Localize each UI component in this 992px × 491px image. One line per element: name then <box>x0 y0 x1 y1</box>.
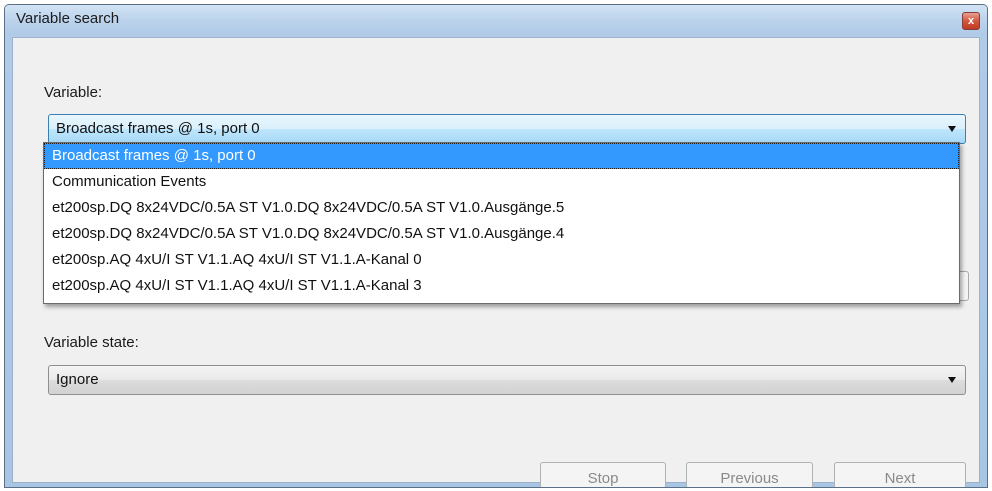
variable-select[interactable]: Broadcast frames @ 1s, port 0 <box>48 114 966 144</box>
dropdown-option[interactable]: et200sp.DQ 8x24VDC/0.5A ST V1.0.DQ 8x24V… <box>44 195 959 221</box>
dropdown-option[interactable]: et200sp.AQ 4xU/I ST V1.1.AQ 4xU/I ST V1.… <box>44 247 959 273</box>
title-bar[interactable]: Variable search x <box>5 5 987 35</box>
window-title: Variable search <box>16 10 120 27</box>
variable-dropdown-list[interactable]: Broadcast frames @ 1s, port 0 Communicat… <box>43 142 960 304</box>
variable-state-value: Ignore <box>56 371 99 388</box>
close-icon: x <box>967 14 975 27</box>
stop-button[interactable]: Stop <box>540 462 666 487</box>
dropdown-option[interactable]: et200sp.AQ 4xU/I ST V1.1.AQ 4xU/I ST V1.… <box>44 273 959 299</box>
variable-state-select[interactable]: Ignore <box>48 365 966 395</box>
previous-button[interactable]: Previous <box>686 462 813 487</box>
variable-label: Variable: <box>44 84 103 101</box>
chevron-down-icon[interactable] <box>948 377 956 383</box>
close-button[interactable]: x <box>962 12 980 30</box>
variable-state-label: Variable state: <box>44 334 139 351</box>
chevron-down-icon[interactable] <box>948 126 956 132</box>
dropdown-option[interactable]: Broadcast frames @ 1s, port 0 <box>44 143 959 169</box>
next-button[interactable]: Next <box>834 462 966 487</box>
variable-select-value: Broadcast frames @ 1s, port 0 <box>56 120 260 137</box>
dropdown-option[interactable]: et200sp.DQ 8x24VDC/0.5A ST V1.0.DQ 8x24V… <box>44 221 959 247</box>
dropdown-option[interactable]: Communication Events <box>44 169 959 195</box>
